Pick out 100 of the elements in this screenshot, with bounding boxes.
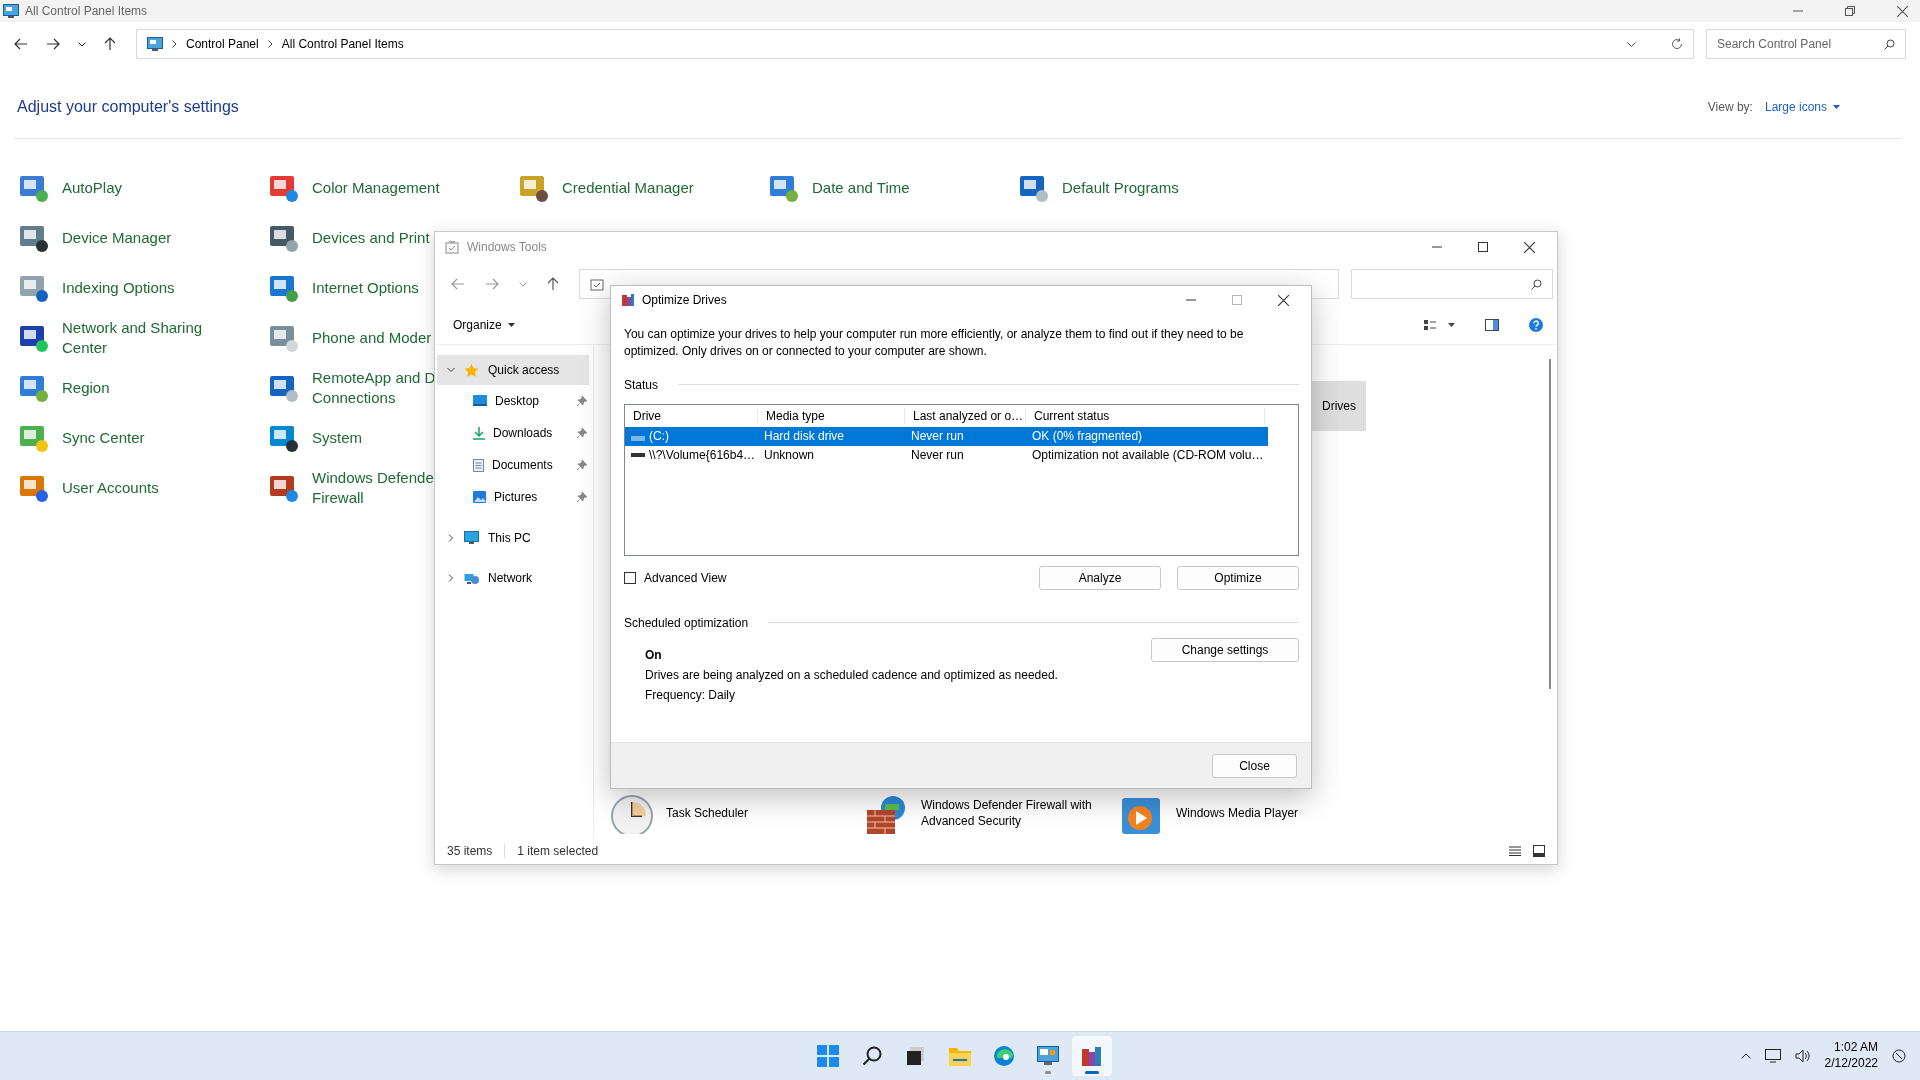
search-field[interactable] xyxy=(1351,269,1553,299)
desktop-icon xyxy=(473,395,487,407)
drive-row[interactable]: (C:) Hard disk drive Never run OK (0% fragmented) xyxy=(625,426,1268,446)
column-header[interactable]: Last analyzed or o… xyxy=(905,408,1026,423)
address-bar[interactable]: Control Panel All Control Panel Items xyxy=(136,29,1694,59)
chevron-right-icon xyxy=(267,40,273,48)
table-cell: (C:) xyxy=(649,429,669,444)
up-arrow-icon[interactable] xyxy=(104,37,116,51)
tool-item[interactable]: Windows Media Player xyxy=(1120,794,1375,834)
close-icon[interactable] xyxy=(1278,294,1289,306)
view-options-icon[interactable] xyxy=(1424,320,1436,330)
action-button[interactable]: Analyze xyxy=(1039,565,1161,590)
tree-item[interactable]: Downloads xyxy=(435,417,593,449)
tree-item[interactable]: Quick access xyxy=(437,355,589,385)
tree-item[interactable]: Desktop xyxy=(435,385,593,417)
applet-link[interactable]: Indexing Options xyxy=(62,277,175,299)
schedule-description: Drives are being analyzed on a scheduled cadence and optimized as needed. xyxy=(645,667,1058,682)
star-icon xyxy=(464,362,479,378)
tool-item[interactable]: Task Scheduler xyxy=(610,794,865,834)
preview-pane-icon[interactable] xyxy=(1485,319,1499,331)
chevron-up-icon[interactable] xyxy=(1740,1053,1751,1059)
schedule-state: On xyxy=(645,647,663,662)
close-button[interactable]: Close xyxy=(1212,753,1297,778)
applet-link[interactable]: Windows Defende Firewall xyxy=(312,467,434,509)
speaker-icon[interactable] xyxy=(1794,1049,1811,1063)
tree-item[interactable]: Pictures xyxy=(435,481,593,513)
organize-menu[interactable]: Organize xyxy=(453,318,515,332)
caret-icon[interactable] xyxy=(1448,323,1455,327)
pin-icon[interactable] xyxy=(577,492,587,502)
chevron-icon[interactable] xyxy=(447,534,455,542)
drives-item[interactable]: Drives xyxy=(1312,381,1366,431)
table-cell: Hard disk drive xyxy=(764,429,845,444)
close-icon[interactable] xyxy=(1524,241,1535,253)
windows-logo-icon xyxy=(817,1045,839,1067)
dialog-title: Optimize Drives xyxy=(642,293,727,307)
tree-item[interactable]: Documents xyxy=(435,449,593,481)
tree-item[interactable]: Network xyxy=(437,563,589,593)
breadcrumb[interactable]: Control Panel xyxy=(186,37,259,51)
pin-icon[interactable] xyxy=(577,396,587,406)
table-cell: Never run xyxy=(911,429,964,444)
applet-link[interactable]: System xyxy=(312,427,362,449)
checkbox-label[interactable]: Advanced View xyxy=(644,570,727,585)
view-by-label: View by: xyxy=(1707,100,1753,114)
refresh-icon[interactable] xyxy=(1671,38,1683,50)
search-icon xyxy=(1884,38,1895,50)
details-view-icon[interactable] xyxy=(1509,846,1521,856)
clock-icon xyxy=(610,794,654,834)
browser-icon xyxy=(993,1045,1015,1067)
tool-item[interactable]: Windows Defender Firewall with Advanced Security xyxy=(865,794,1120,834)
chevron-down-icon[interactable] xyxy=(78,41,86,47)
applet-link[interactable]: Sync Center xyxy=(62,427,145,449)
chevron-down-icon[interactable] xyxy=(1627,41,1636,47)
control-panel-icon xyxy=(3,4,19,18)
advanced-view-checkbox[interactable] xyxy=(624,571,636,584)
clock-time[interactable]: 1:02 AM xyxy=(1833,1040,1878,1056)
view-by-dropdown[interactable]: Large icons xyxy=(1764,100,1840,114)
chevron-icon[interactable] xyxy=(447,574,455,582)
table-cell: OK (0% fragmented) xyxy=(1032,429,1143,444)
column-header[interactable]: Drive xyxy=(625,408,758,423)
search-field[interactable]: Search Control Panel xyxy=(1706,29,1906,59)
maximize-icon[interactable] xyxy=(1478,242,1488,252)
applet-link[interactable]: Date and Time xyxy=(812,177,910,199)
applet-link[interactable]: Internet Options xyxy=(312,277,419,299)
applet-link[interactable]: Device Manager xyxy=(62,227,172,249)
change-settings-button[interactable]: Change settings xyxy=(1151,637,1299,662)
table-cell: \\?\Volume{616b4… xyxy=(649,448,756,463)
pin-icon[interactable] xyxy=(577,460,587,470)
applet-link[interactable]: Phone and Moder xyxy=(312,327,432,349)
applet-link[interactable]: AutoPlay xyxy=(62,177,123,199)
close-icon[interactable] xyxy=(1897,5,1908,17)
applet-link[interactable]: User Accounts xyxy=(62,477,159,499)
table-cell: Unknown xyxy=(764,448,815,463)
clock-date[interactable]: 2/12/2022 xyxy=(1824,1056,1878,1072)
tools-icon xyxy=(590,277,604,291)
drive-row[interactable]: \\?\Volume{616b4… Unknown Never run Optimization not available (CD-ROM volu… xyxy=(625,445,1268,465)
chevron-right-icon xyxy=(172,40,177,48)
pin-icon[interactable] xyxy=(577,428,587,438)
breadcrumb[interactable]: All Control Panel Items xyxy=(281,37,404,51)
back-arrow-icon[interactable] xyxy=(14,38,28,50)
restore-icon[interactable] xyxy=(1845,6,1855,16)
column-header[interactable]: Media type xyxy=(758,408,905,423)
applet-link[interactable]: Credential Manager xyxy=(562,177,694,199)
tree-item[interactable]: This PC xyxy=(437,523,589,553)
large-icons-view-icon[interactable] xyxy=(1533,845,1545,857)
applet-link[interactable]: Region xyxy=(62,377,110,399)
action-button[interactable]: Optimize xyxy=(1177,565,1299,590)
applet-link[interactable]: Network and Sharing Center xyxy=(62,317,203,359)
help-icon[interactable] xyxy=(1529,318,1543,332)
forward-arrow-icon[interactable] xyxy=(46,38,60,50)
column-header[interactable]: Current status xyxy=(1026,408,1265,423)
task-view-icon xyxy=(906,1046,926,1066)
defrag-icon xyxy=(621,293,635,307)
caret-icon xyxy=(507,323,515,327)
notification-icon[interactable] xyxy=(1892,1049,1906,1063)
section-label: Scheduled optimization xyxy=(624,615,749,630)
up-arrow-icon[interactable] xyxy=(547,277,559,291)
monitor-icon[interactable] xyxy=(1764,1049,1781,1063)
applet-link[interactable]: Default Programs xyxy=(1062,177,1179,199)
applet-link[interactable]: Color Management xyxy=(312,177,440,199)
applet-link[interactable]: Devices and Print xyxy=(312,227,430,249)
